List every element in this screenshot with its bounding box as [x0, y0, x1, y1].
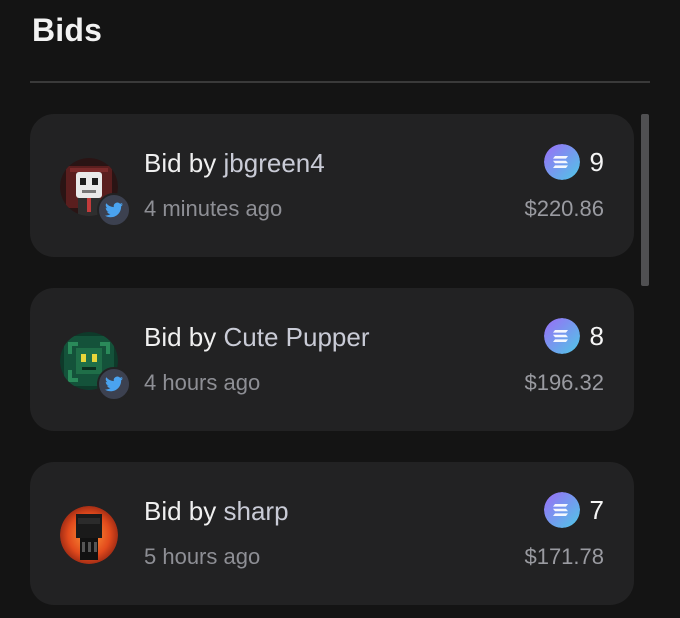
twitter-icon: [105, 202, 123, 218]
bidder-name-link[interactable]: sharp: [224, 496, 289, 526]
usd-value: $196.32: [524, 370, 604, 395]
bidder-name-link[interactable]: Cute Pupper: [224, 322, 370, 352]
solana-icon: [543, 492, 580, 528]
usd-value: $220.86: [524, 196, 604, 221]
solana-icon: [543, 318, 580, 354]
title-divider: [30, 81, 650, 83]
bid-amount: 7: [543, 492, 604, 528]
bid-text: Bid by jbgreen4: [144, 148, 325, 179]
bid-time: 4 hours ago: [144, 370, 261, 395]
twitter-icon: [105, 376, 123, 392]
bid-prefix: Bid by: [144, 322, 217, 352]
solana-icon: [543, 144, 580, 180]
bid-card[interactable]: Bid by sharp 5 hours ago 7 $171.78: [30, 462, 634, 605]
bids-list[interactable]: Bid by jbgreen4 4 minutes ago 9 $220.86: [30, 114, 636, 618]
bid-text: Bid by sharp: [144, 496, 289, 527]
bid-amount: 9: [543, 144, 604, 180]
twitter-badge[interactable]: [97, 193, 131, 227]
user-avatar[interactable]: [60, 506, 118, 564]
bid-card[interactable]: Bid by Cute Pupper 4 hours ago 8 $196.32: [30, 288, 634, 431]
bid-time: 4 minutes ago: [144, 196, 283, 221]
usd-value: $171.78: [524, 544, 604, 569]
scrollbar-thumb[interactable]: [641, 114, 649, 286]
sol-amount: 8: [589, 320, 604, 351]
bid-prefix: Bid by: [144, 496, 217, 526]
bid-text: Bid by Cute Pupper: [144, 322, 369, 353]
sol-amount: 9: [589, 146, 604, 177]
twitter-badge[interactable]: [97, 367, 131, 401]
bid-amount: 8: [543, 318, 604, 354]
page-title: Bids: [32, 12, 103, 48]
bidder-name-link[interactable]: jbgreen4: [224, 148, 325, 178]
sol-amount: 7: [589, 494, 604, 525]
bid-time: 5 hours ago: [144, 544, 261, 569]
bid-prefix: Bid by: [144, 148, 217, 178]
bid-card[interactable]: Bid by jbgreen4 4 minutes ago 9 $220.86: [30, 114, 634, 257]
